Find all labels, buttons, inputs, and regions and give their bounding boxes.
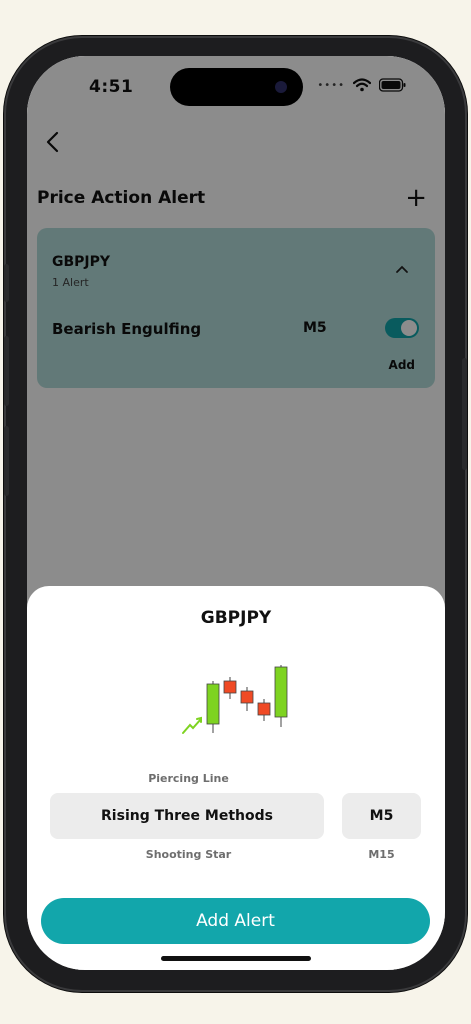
timeframe-option-below[interactable]: M15 (342, 848, 421, 861)
silent-switch (4, 264, 9, 302)
bottom-sheet: GBPJPY Piercing Line Rising Three Method… (27, 586, 445, 970)
picker-faded-top (27, 754, 350, 757)
add-alert-button[interactable]: Add Alert (41, 898, 430, 944)
home-indicator (161, 956, 311, 961)
sheet-title: GBPJPY (200, 608, 272, 628)
volume-up-button (4, 336, 9, 406)
camera-icon (275, 81, 287, 93)
power-button (462, 358, 467, 470)
volume-down-button (4, 426, 9, 496)
dynamic-island (170, 68, 303, 106)
pattern-picker-selected[interactable]: Rising Three Methods (50, 793, 324, 839)
screen: 4:51 •••• Price Action Alert + GBPJPY 1 … (27, 56, 445, 970)
pattern-option-below[interactable]: Shooting Star (27, 848, 350, 861)
timeframe-picker-selected[interactable]: M5 (342, 793, 421, 839)
candlestick-pattern-icon (182, 665, 288, 734)
pattern-option-above[interactable]: Piercing Line (27, 772, 350, 785)
